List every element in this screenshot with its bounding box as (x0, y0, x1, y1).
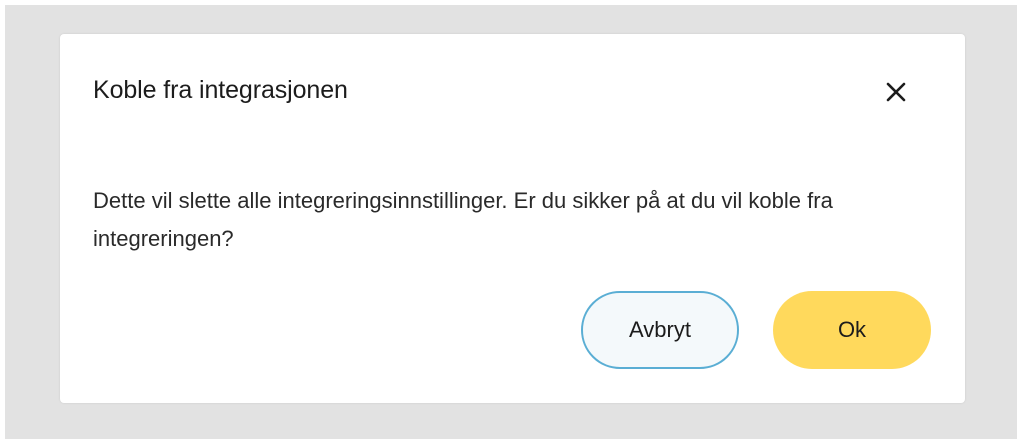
confirm-dialog: Koble fra integrasjonen Dette vil slette… (60, 34, 965, 403)
dialog-title: Koble fra integrasjonen (93, 76, 348, 104)
cancel-button-label: Avbryt (629, 317, 691, 342)
cancel-button[interactable]: Avbryt (581, 291, 739, 369)
close-icon (886, 82, 906, 102)
close-button[interactable] (882, 78, 910, 106)
dialog-message: Dette vil slette alle integreringsinnsti… (93, 188, 833, 251)
ok-button-label: Ok (837, 317, 867, 342)
ok-button[interactable]: Ok (773, 291, 931, 369)
